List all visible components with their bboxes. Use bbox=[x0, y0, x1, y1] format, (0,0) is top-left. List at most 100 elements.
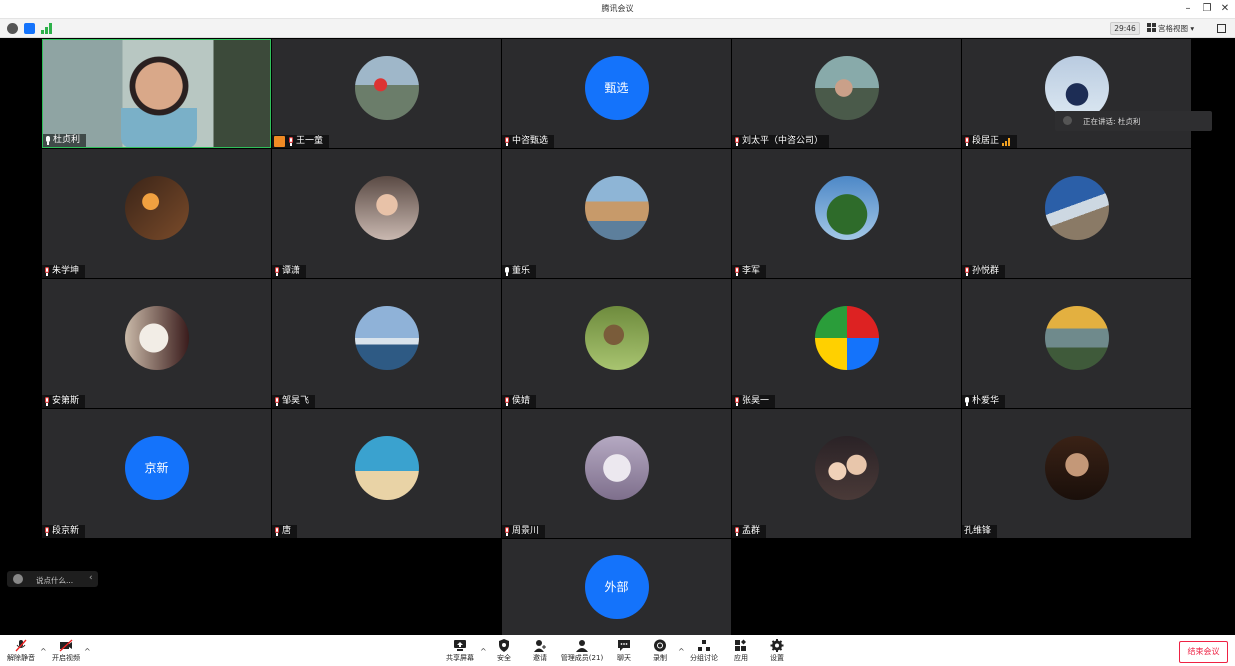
signal-icon[interactable] bbox=[41, 23, 52, 34]
participant-tile[interactable]: 董乐 bbox=[502, 149, 731, 278]
participant-tile[interactable]: 周景川 bbox=[502, 409, 731, 538]
end-meeting-button[interactable]: 结束会议 bbox=[1179, 641, 1228, 663]
participant-tile[interactable]: 外部 bbox=[502, 539, 731, 635]
participant-namebar: 李军 bbox=[732, 265, 767, 278]
participant-tile[interactable]: 张昊一 bbox=[732, 279, 961, 408]
participant-avatar bbox=[584, 305, 649, 370]
participant-tile[interactable]: 甄选中咨甄选 bbox=[502, 39, 731, 148]
close-icon[interactable]: ✕ bbox=[1218, 2, 1232, 16]
invite-button[interactable]: 邀请 bbox=[528, 639, 552, 663]
invite-icon bbox=[534, 640, 546, 652]
speaker-avatar-icon bbox=[1063, 116, 1072, 125]
shield-icon[interactable] bbox=[24, 23, 35, 34]
mic-icon bbox=[45, 136, 51, 145]
share-options-caret[interactable]: ^ bbox=[480, 647, 487, 656]
participant-namebar: 张昊一 bbox=[732, 395, 776, 408]
participant-name: 周景川 bbox=[512, 526, 540, 536]
chat-icon bbox=[618, 640, 630, 651]
participant-tile[interactable]: 杜贞利 bbox=[42, 39, 271, 148]
minimize-icon[interactable]: – bbox=[1181, 2, 1195, 16]
participant-avatar: 京新 bbox=[124, 435, 189, 500]
participant-avatar bbox=[584, 435, 649, 500]
participant-avatar bbox=[814, 175, 879, 240]
participant-name: 侯婧 bbox=[512, 396, 531, 406]
chat-button[interactable]: 聊天 bbox=[612, 639, 636, 663]
start-video-label: 开启视频 bbox=[52, 654, 80, 662]
participant-avatar: 外部 bbox=[584, 555, 649, 619]
participant-tile[interactable]: 孙悦群 bbox=[962, 149, 1191, 278]
participant-name: 邹昊飞 bbox=[282, 396, 310, 406]
manage-members-button[interactable]: 管理成员(21) bbox=[558, 639, 606, 663]
participant-avatar: 甄选 bbox=[584, 55, 649, 120]
participant-tile[interactable]: 侯婧 bbox=[502, 279, 731, 408]
participant-avatar bbox=[354, 55, 419, 120]
participant-name: 朴爱华 bbox=[972, 396, 1000, 406]
shield-icon bbox=[499, 639, 509, 652]
participant-tile[interactable]: 刘太平（中咨公司） bbox=[732, 39, 961, 148]
participant-tile[interactable]: 李军 bbox=[732, 149, 961, 278]
apps-button[interactable]: 应用 bbox=[729, 639, 753, 663]
settings-button[interactable]: 设置 bbox=[765, 639, 789, 663]
unmute-label: 解除静音 bbox=[7, 654, 35, 662]
mic-muted-icon bbox=[288, 137, 294, 146]
mic-muted-icon bbox=[964, 137, 970, 146]
grid-view-button[interactable]: 宫格视图 ▾ bbox=[1147, 22, 1209, 35]
speaking-indicator: 正在讲话: 杜贞利 bbox=[1055, 111, 1212, 131]
mic-muted-icon bbox=[734, 137, 740, 146]
participant-tile[interactable]: 京新段京新 bbox=[42, 409, 271, 538]
participant-tile[interactable]: 邹昊飞 bbox=[272, 279, 501, 408]
unmute-button[interactable]: 解除静音 bbox=[5, 639, 37, 663]
participant-namebar: 中咨甄选 bbox=[502, 135, 555, 148]
bottom-toolbar: 解除静音 ^ 开启视频 ^ 共享屏幕 ^ 安全 邀请 管理成员(21) 聊天 录… bbox=[0, 635, 1235, 666]
participant-tile[interactable]: 唐 bbox=[272, 409, 501, 538]
participant-namebar: 段居正 bbox=[962, 135, 1018, 148]
fullscreen-icon[interactable] bbox=[1217, 24, 1226, 33]
participant-namebar: 段京新 bbox=[42, 525, 86, 538]
participant-name: 谭潇 bbox=[282, 266, 301, 276]
participant-name: 朱学坤 bbox=[52, 266, 80, 276]
title-bar: 腾讯会议 – ❐ ✕ bbox=[0, 0, 1235, 19]
participant-avatar bbox=[584, 175, 649, 240]
participant-tile[interactable]: 段居正 bbox=[962, 39, 1191, 148]
breakout-button[interactable]: 分组讨论 bbox=[688, 639, 720, 663]
video-options-caret[interactable]: ^ bbox=[84, 647, 91, 656]
participant-namebar: 孔维锋 bbox=[962, 525, 998, 538]
chat-input[interactable]: 说点什么... ‹ bbox=[7, 571, 98, 587]
participant-tile[interactable]: 朱学坤 bbox=[42, 149, 271, 278]
start-video-button[interactable]: 开启视频 bbox=[50, 639, 82, 663]
participant-name: 张昊一 bbox=[742, 396, 770, 406]
participant-avatar bbox=[354, 175, 419, 240]
participant-avatar bbox=[354, 435, 419, 500]
record-options-caret[interactable]: ^ bbox=[678, 647, 685, 656]
restore-icon[interactable]: ❐ bbox=[1200, 2, 1214, 16]
record-button[interactable]: 录制 bbox=[648, 639, 672, 663]
info-icon[interactable] bbox=[7, 23, 18, 34]
participant-namebar: 谭潇 bbox=[272, 265, 307, 278]
participant-avatar bbox=[124, 305, 189, 370]
participant-name: 孔维锋 bbox=[964, 526, 992, 536]
breakout-label: 分组讨论 bbox=[690, 654, 718, 662]
participant-tile[interactable]: 朴爱华 bbox=[962, 279, 1191, 408]
security-button[interactable]: 安全 bbox=[492, 639, 516, 663]
mic-off-icon bbox=[15, 639, 27, 652]
share-screen-button[interactable]: 共享屏幕 bbox=[444, 639, 476, 663]
participant-avatar bbox=[1044, 55, 1109, 120]
audio-options-caret[interactable]: ^ bbox=[40, 647, 47, 656]
participant-tile[interactable]: 安第斯 bbox=[42, 279, 271, 408]
collapse-chat-icon[interactable]: ‹ bbox=[89, 573, 93, 583]
participant-avatar bbox=[1044, 175, 1109, 240]
participant-tile[interactable]: 孔维锋 bbox=[962, 409, 1191, 538]
grid-icon bbox=[1147, 23, 1156, 32]
participant-namebar: 邹昊飞 bbox=[272, 395, 316, 408]
participant-tile[interactable]: 谭潇 bbox=[272, 149, 501, 278]
share-screen-label: 共享屏幕 bbox=[446, 654, 474, 662]
record-label: 录制 bbox=[653, 654, 667, 662]
participant-avatar bbox=[354, 305, 419, 370]
emoji-icon[interactable] bbox=[13, 574, 23, 584]
host-icon bbox=[274, 136, 285, 147]
mic-muted-icon bbox=[734, 527, 740, 536]
participant-tile[interactable]: 王一童 bbox=[272, 39, 501, 148]
security-label: 安全 bbox=[497, 654, 511, 662]
participant-tile[interactable]: 孟群 bbox=[732, 409, 961, 538]
mic-muted-icon bbox=[734, 267, 740, 276]
